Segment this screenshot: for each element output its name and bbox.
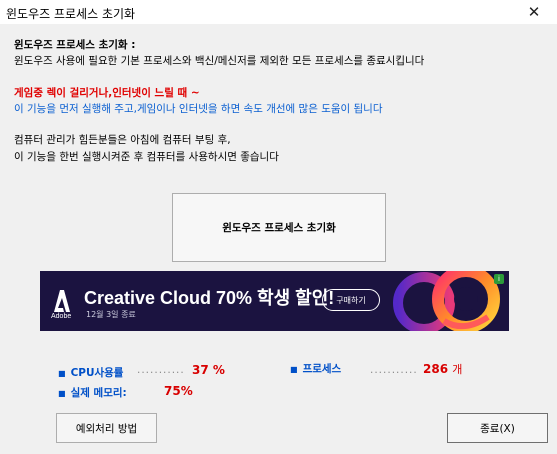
close-icon: ✕ [527, 3, 541, 21]
exit-button[interactable]: 종료(X) [447, 413, 548, 443]
exception-help-label: 예외처리 방법 [75, 422, 138, 435]
ad-cta-button[interactable]: 구매하기 [322, 289, 380, 311]
description-heading: 윈도우즈 프로세스 초기화 : [14, 39, 136, 51]
reset-process-button[interactable]: 윈도우즈 프로세스 초기화 [172, 193, 386, 262]
process-dots: ........... [370, 364, 418, 376]
ad-info-icon[interactable]: i [494, 274, 504, 284]
process-label: 프로세스 [302, 363, 342, 375]
window-title: 윈도우즈 프로세스 초기화 [6, 7, 136, 21]
close-button[interactable]: ✕ [511, 0, 557, 24]
cpu-value: 37 % [192, 363, 225, 377]
ad-subtext: 12월 3일 종료 [86, 310, 136, 319]
reset-process-label: 윈도우즈 프로세스 초기화 [222, 222, 336, 234]
process-unit: 개 [452, 363, 463, 376]
memory-value: 75% [164, 384, 193, 398]
memory-row: ■ 실제 메모리: [58, 385, 127, 400]
title-bar: 윈도우즈 프로세스 초기화 ✕ [0, 0, 557, 24]
exit-label: 종료(X) [480, 422, 515, 435]
memory-bullet-icon: ■ [58, 389, 66, 398]
process-bullet-icon: ■ [290, 365, 298, 374]
ad-cta-label: 구매하기 [336, 295, 366, 305]
process-row: ■ 프로세스 [290, 361, 341, 376]
memory-label: 실제 메모리: [70, 387, 127, 399]
ad-banner[interactable]: Adobe Creative Cloud 70% 학생 할인! 12월 3일 종… [40, 271, 509, 331]
process-value: 286 개 [423, 362, 463, 376]
cpu-dots: ........... [137, 364, 185, 376]
cpu-bullet-icon: ■ [58, 369, 66, 378]
creative-cloud-art-icon [393, 271, 500, 331]
ad-brand: Adobe [51, 313, 72, 320]
cpu-usage-row: ■ CPU사용률 [58, 365, 123, 380]
ad-headline: Creative Cloud 70% 학생 할인! [84, 288, 335, 308]
warning-text: 게임중 렉이 걸리거나,인터넷이 느릴 때 ~ [14, 87, 200, 99]
description-line: 윈도우즈 사용에 필요한 기본 프로세스와 백신/메신저를 제외한 모든 프로세… [14, 55, 425, 67]
note-line-2: 이 기능을 한번 실행시켜준 후 컴퓨터를 사용하시면 좋습니다 [14, 151, 279, 163]
exception-help-button[interactable]: 예외처리 방법 [56, 413, 157, 443]
note-line-1: 컴퓨터 관리가 힘든분들은 아침에 컴퓨터 부팅 후, [14, 134, 231, 146]
tip-text: 이 기능을 먼저 실행해 주고,게임이나 인터넷을 하면 속도 개선에 많은 도… [14, 103, 383, 115]
cpu-label: CPU사용률 [70, 367, 124, 379]
